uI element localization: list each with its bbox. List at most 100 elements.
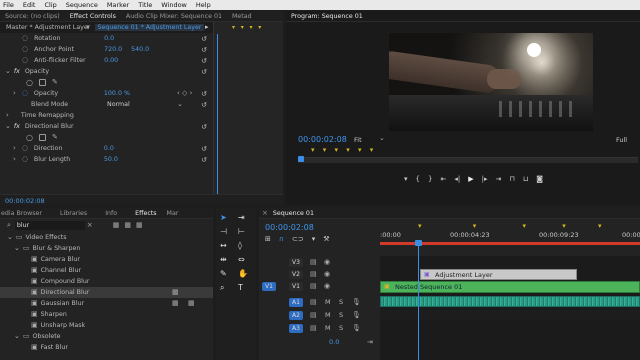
expand-arrow-icon[interactable]: ⌄ (5, 68, 11, 75)
tab-effect-controls[interactable]: Effect Controls (65, 11, 121, 21)
reset-icon[interactable]: ↺ (201, 46, 207, 54)
marker-icon[interactable]: ▾ (562, 222, 566, 230)
tab-program[interactable]: Program: Sequence 01 (286, 11, 368, 21)
sync-lock-icon[interactable]: ▤ (310, 324, 317, 332)
menu-sequence[interactable]: Sequence (66, 1, 98, 9)
anchor-x-value[interactable]: 720.0 (104, 46, 131, 53)
mute-button[interactable]: M (325, 311, 331, 319)
type-tool-icon[interactable]: T (238, 283, 253, 293)
ec-master-label[interactable]: Master * Adjustment Layer (0, 24, 90, 31)
expand-arrow-icon[interactable]: ⌄ (7, 234, 13, 241)
microphone-icon[interactable]: 🎙 (352, 324, 361, 332)
ec-mini-playhead[interactable] (217, 34, 218, 204)
microphone-icon[interactable]: 🎙 (352, 298, 361, 306)
camera-icon[interactable]: ◙ (536, 175, 543, 185)
tab-markers[interactable]: Mar (162, 208, 184, 218)
dropdown-icon[interactable]: ▾ (86, 24, 90, 31)
yuv-effects-icon[interactable]: ▦ (136, 222, 143, 229)
reset-icon[interactable]: ↺ (201, 68, 207, 76)
program-timecode[interactable]: 00:00:02:08 (298, 135, 347, 144)
tree-item-channel-blur[interactable]: ▣ Channel Blur (0, 265, 213, 276)
play-icon[interactable]: ▶ (468, 175, 473, 185)
marker-icon[interactable]: ▾ (418, 222, 422, 230)
clip-adjustment-layer[interactable]: ▣ Adjustment Layer (420, 269, 577, 280)
rectangle-mask-icon[interactable] (38, 134, 46, 141)
accelerated-effects-icon[interactable]: ▦ (113, 222, 120, 229)
tab-libraries[interactable]: Libraries (55, 208, 92, 218)
track-target-v3[interactable]: V3 (289, 257, 303, 267)
mute-button[interactable]: M (325, 324, 331, 332)
clear-search-icon[interactable]: × (87, 222, 93, 229)
expand-arrow-icon[interactable]: ⌄ (14, 245, 20, 252)
selection-tool-icon[interactable]: ➤ (220, 213, 235, 222)
program-playhead[interactable] (298, 156, 304, 162)
chevron-down-icon[interactable]: ⌄ (379, 135, 385, 142)
stopwatch-icon[interactable]: ◌ (22, 57, 28, 64)
master-volume-value[interactable]: 0.0 (329, 338, 339, 346)
fx-badge[interactable]: fx (14, 123, 20, 130)
tree-blur-sharpen[interactable]: ⌄ ▭ Blur & Sharpen (0, 243, 213, 254)
tree-item-unsharp-mask[interactable]: ▣ Unsharp Mask (0, 320, 213, 331)
menu-file[interactable]: File (3, 1, 14, 9)
tab-audio-clip-mixer[interactable]: Audio Clip Mixer: Sequence 01 (121, 11, 227, 21)
ellipse-mask-icon[interactable]: ○ (26, 133, 33, 142)
expand-arrow-icon[interactable]: › (13, 156, 16, 163)
tree-obsolete[interactable]: ⌄ ▭ Obsolete (0, 331, 213, 342)
solo-button[interactable]: S (339, 311, 343, 319)
tree-item-fast-blur[interactable]: ▣ Fast Blur (0, 342, 213, 353)
play-only-icon[interactable]: ▸ (205, 24, 209, 31)
stopwatch-icon[interactable]: ◌ (22, 145, 28, 152)
mute-button[interactable]: M (325, 298, 331, 306)
zoom-select[interactable]: Fit (354, 136, 362, 144)
menu-window[interactable]: Window (161, 1, 187, 9)
tree-item-directional-blur[interactable]: ▣ Directional Blur ▦ (0, 287, 213, 298)
antiflicker-value[interactable]: 0.00 (104, 57, 118, 64)
expand-arrow-icon[interactable]: ⌄ (14, 333, 20, 340)
direction-value[interactable]: 0.0 (104, 145, 114, 152)
track-target-v2[interactable]: V2 (289, 269, 303, 279)
track-area[interactable]: ▣ Adjustment Layer ▣ Nested Sequence 01 (380, 240, 640, 360)
go-to-out-icon[interactable]: ⇥ (495, 175, 501, 185)
tree-item-gaussian-blur[interactable]: ▣ Gaussian Blur ▦ ▦ (0, 298, 213, 309)
clip-nested-sequence[interactable]: ▣ Nested Sequence 01 (380, 281, 640, 293)
anchor-y-value[interactable]: 540.0 (131, 46, 149, 53)
ripple-edit-tool-icon[interactable]: ⊣ (220, 227, 235, 236)
sync-lock-icon[interactable]: ▤ (310, 298, 317, 306)
source-patch-v1[interactable]: V1 (262, 281, 276, 291)
audio-clip-a1[interactable] (380, 296, 640, 307)
expand-arrow-icon[interactable]: › (6, 112, 9, 119)
program-scrubber[interactable] (298, 156, 638, 163)
tab-effects[interactable]: Effects (130, 208, 161, 218)
32bit-effects-icon[interactable]: ▦ (124, 222, 131, 229)
tab-info[interactable]: Info (100, 208, 122, 218)
ec-timecode[interactable]: 00:00:02:08 (5, 197, 45, 205)
eye-icon[interactable]: ◉ (324, 258, 330, 266)
rolling-edit-tool-icon[interactable]: ⊢ (238, 227, 253, 236)
expand-arrow-icon[interactable]: › (13, 90, 16, 97)
lift-icon[interactable]: ⊓ (509, 175, 514, 185)
playhead-handle[interactable] (415, 240, 422, 246)
menu-marker[interactable]: Marker (107, 1, 129, 9)
eye-icon[interactable]: ◉ (324, 282, 330, 290)
stopwatch-icon[interactable]: ◌ (22, 90, 28, 97)
sync-lock-icon[interactable]: ▤ (310, 258, 317, 266)
reset-icon[interactable]: ↺ (201, 90, 207, 98)
nest-toggle-icon[interactable]: ⊞ (265, 235, 271, 243)
add-marker-icon[interactable]: ▾ (404, 175, 408, 185)
tab-source[interactable]: Source: (no clips) (0, 11, 65, 21)
menu-title[interactable]: Title (138, 1, 152, 9)
expand-arrow-icon[interactable]: ⌄ (5, 123, 11, 130)
stopwatch-icon[interactable]: ◌ (22, 35, 28, 42)
add-marker-icon[interactable]: ▾ (312, 235, 316, 243)
marker-icon[interactable]: ▾ (523, 222, 527, 230)
tree-video-effects[interactable]: ⌄ ▭ Video Effects (0, 232, 213, 243)
pen-mask-icon[interactable]: ✎ (52, 134, 58, 141)
track-target-a3[interactable]: A3 (289, 323, 303, 333)
tree-item-camera-blur[interactable]: ▣ Camera Blur (0, 254, 213, 265)
menu-help[interactable]: Help (196, 1, 211, 9)
marker-icon[interactable]: ▾ (473, 222, 477, 230)
go-to-in-icon[interactable]: ⇤ (440, 175, 446, 185)
go-to-end-icon[interactable]: ⇥ (367, 338, 373, 346)
rectangle-mask-icon[interactable] (38, 79, 46, 86)
rate-stretch-tool-icon[interactable]: ↔ (220, 241, 235, 250)
